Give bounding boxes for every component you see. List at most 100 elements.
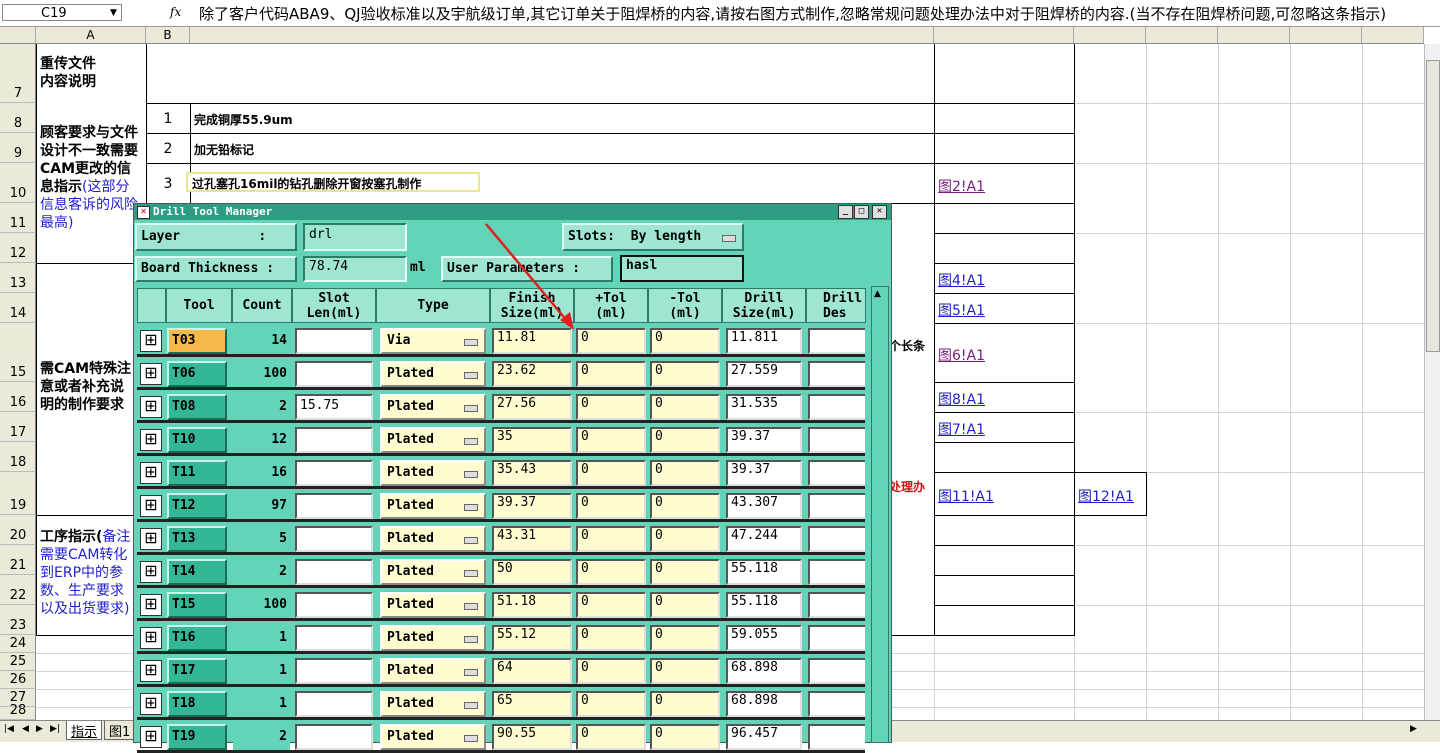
- type-select[interactable]: Plated: [380, 658, 486, 684]
- table-row[interactable]: ⊞ T06 100 Plated 23.62 0 0 27.559: [137, 358, 865, 390]
- expand-icon[interactable]: ⊞: [140, 495, 162, 517]
- expand-icon[interactable]: ⊞: [140, 726, 162, 748]
- drill-size-input[interactable]: 31.535: [726, 394, 802, 420]
- drill-des-input[interactable]: [808, 625, 865, 651]
- column-header-e[interactable]: [1074, 27, 1146, 43]
- drill-size-input[interactable]: 39.37: [726, 427, 802, 453]
- minus-tol-input[interactable]: 0: [650, 394, 720, 420]
- select-all-corner[interactable]: [0, 27, 36, 43]
- row-header[interactable]: 23: [0, 605, 36, 635]
- row-header[interactable]: 24: [0, 635, 36, 653]
- plus-tol-input[interactable]: 0: [576, 559, 646, 585]
- minus-tol-input[interactable]: 0: [650, 658, 720, 684]
- plus-tol-input[interactable]: 0: [576, 724, 646, 750]
- drill-size-input[interactable]: 96.457: [726, 724, 802, 750]
- cell-c10[interactable]: 过孔塞孔16mil的钻孔删除开窗按塞孔制作: [186, 172, 480, 192]
- vertical-scroll-thumb[interactable]: [1426, 60, 1440, 352]
- plus-tol-input[interactable]: 0: [576, 493, 646, 519]
- table-row[interactable]: ⊞ T08 2 15.75 Plated 27.56 0 0 31.535: [137, 391, 865, 423]
- finish-size-input[interactable]: 27.56: [492, 394, 572, 420]
- row-header[interactable]: 16: [0, 382, 36, 412]
- maximize-icon[interactable]: □: [854, 205, 869, 219]
- minus-tol-input[interactable]: 0: [650, 724, 720, 750]
- drill-size-input[interactable]: 68.898: [726, 658, 802, 684]
- column-header-slot-len[interactable]: Slot Len(ml): [292, 288, 376, 323]
- cell-c8[interactable]: 完成铜厚55.9um: [194, 111, 293, 128]
- table-row[interactable]: ⊞ T18 1 Plated 65 0 0 68.898: [137, 688, 865, 720]
- expand-icon[interactable]: ⊞: [140, 660, 162, 682]
- plus-tol-input[interactable]: 0: [576, 394, 646, 420]
- type-select[interactable]: Plated: [380, 625, 486, 651]
- row-header[interactable]: 19: [0, 472, 36, 515]
- cell-b10[interactable]: 3: [148, 176, 188, 192]
- minus-tol-input[interactable]: 0: [650, 625, 720, 651]
- plus-tol-input[interactable]: 0: [576, 526, 646, 552]
- row-header[interactable]: 25: [0, 653, 36, 671]
- minus-tol-input[interactable]: 0: [650, 559, 720, 585]
- slot-length-input[interactable]: 15.75: [295, 394, 373, 420]
- row-header[interactable]: 11: [0, 203, 36, 233]
- type-select[interactable]: Plated: [380, 493, 486, 519]
- finish-size-input[interactable]: 35: [492, 427, 572, 453]
- table-row[interactable]: ⊞ T17 1 Plated 64 0 0 68.898: [137, 655, 865, 687]
- type-select[interactable]: Plated: [380, 724, 486, 750]
- drill-size-input[interactable]: 11.811: [726, 328, 802, 354]
- slot-length-input[interactable]: [295, 592, 373, 618]
- minus-tol-input[interactable]: 0: [650, 361, 720, 387]
- minus-tol-input[interactable]: 0: [650, 328, 720, 354]
- plus-tol-input[interactable]: 0: [576, 592, 646, 618]
- row-header[interactable]: 18: [0, 442, 36, 472]
- cell-c15-fragment[interactable]: 个长条: [889, 337, 925, 354]
- column-header-g[interactable]: [1218, 27, 1290, 43]
- drill-des-input[interactable]: [808, 460, 865, 486]
- column-header-f[interactable]: [1146, 27, 1218, 43]
- last-sheet-icon[interactable]: ▶|: [50, 724, 60, 734]
- row-header[interactable]: 28: [0, 703, 36, 720]
- row-header[interactable]: 17: [0, 412, 36, 442]
- scroll-right-icon[interactable]: ▶: [1410, 724, 1417, 734]
- expand-icon[interactable]: ⊞: [140, 627, 162, 649]
- hyperlink-r19-d[interactable]: 图11!A1: [938, 486, 994, 506]
- row-header[interactable]: 10: [0, 163, 36, 203]
- cell-b9[interactable]: 2: [148, 141, 188, 157]
- sheet-tab[interactable]: 指示: [66, 721, 103, 740]
- row-header[interactable]: 20: [0, 515, 36, 545]
- finish-size-input[interactable]: 65: [492, 691, 572, 717]
- drill-des-input[interactable]: [808, 526, 865, 552]
- column-header-d[interactable]: [934, 27, 1074, 43]
- type-select[interactable]: Plated: [380, 427, 486, 453]
- type-select[interactable]: Via: [380, 328, 486, 354]
- minimize-icon[interactable]: _: [838, 205, 853, 219]
- plus-tol-input[interactable]: 0: [576, 691, 646, 717]
- row-header[interactable]: 26: [0, 671, 36, 689]
- finish-size-input[interactable]: 23.62: [492, 361, 572, 387]
- plus-tol-input[interactable]: 0: [576, 625, 646, 651]
- cell-b8[interactable]: 1: [148, 111, 188, 127]
- row-header[interactable]: 22: [0, 575, 36, 605]
- scroll-up-icon[interactable]: ▲: [874, 289, 884, 299]
- finish-size-input[interactable]: 39.37: [492, 493, 572, 519]
- column-header-tool[interactable]: Tool: [166, 288, 232, 323]
- hyperlink-r19-e[interactable]: 图12!A1: [1078, 486, 1134, 506]
- table-row[interactable]: ⊞ T15 100 Plated 51.18 0 0 55.118: [137, 589, 865, 621]
- row-header[interactable]: 21: [0, 545, 36, 575]
- tool-id[interactable]: T13: [167, 526, 227, 552]
- prev-sheet-icon[interactable]: ◀: [22, 724, 29, 734]
- drill-des-input[interactable]: [808, 361, 865, 387]
- column-header-c[interactable]: [190, 27, 934, 43]
- type-select[interactable]: Plated: [380, 559, 486, 585]
- formula-input[interactable]: 除了客户代码ABA9、QJ验收标准以及宇航级订单,其它订单关于阻焊桥的内容,请按…: [199, 5, 1429, 24]
- layer-input[interactable]: drl: [303, 223, 407, 251]
- table-row[interactable]: ⊞ T11 16 Plated 35.43 0 0 39.37: [137, 457, 865, 489]
- slot-length-input[interactable]: [295, 427, 373, 453]
- type-select[interactable]: Plated: [380, 460, 486, 486]
- cell-a8[interactable]: 顾客要求与文件设计不一致需要CAM更改的信息指示(这部分信息客诉的风险最高): [40, 124, 140, 232]
- row-header[interactable]: 15: [0, 323, 36, 382]
- slot-length-input[interactable]: [295, 559, 373, 585]
- column-header-h[interactable]: [1290, 27, 1362, 43]
- dialog-scrollbar[interactable]: ▲: [871, 286, 889, 743]
- table-row[interactable]: ⊞ T10 12 Plated 35 0 0 39.37: [137, 424, 865, 456]
- tool-id[interactable]: T18: [167, 691, 227, 717]
- row-header[interactable]: 14: [0, 293, 36, 323]
- table-row[interactable]: ⊞ T19 2 Plated 90.55 0 0 96.457: [137, 721, 865, 753]
